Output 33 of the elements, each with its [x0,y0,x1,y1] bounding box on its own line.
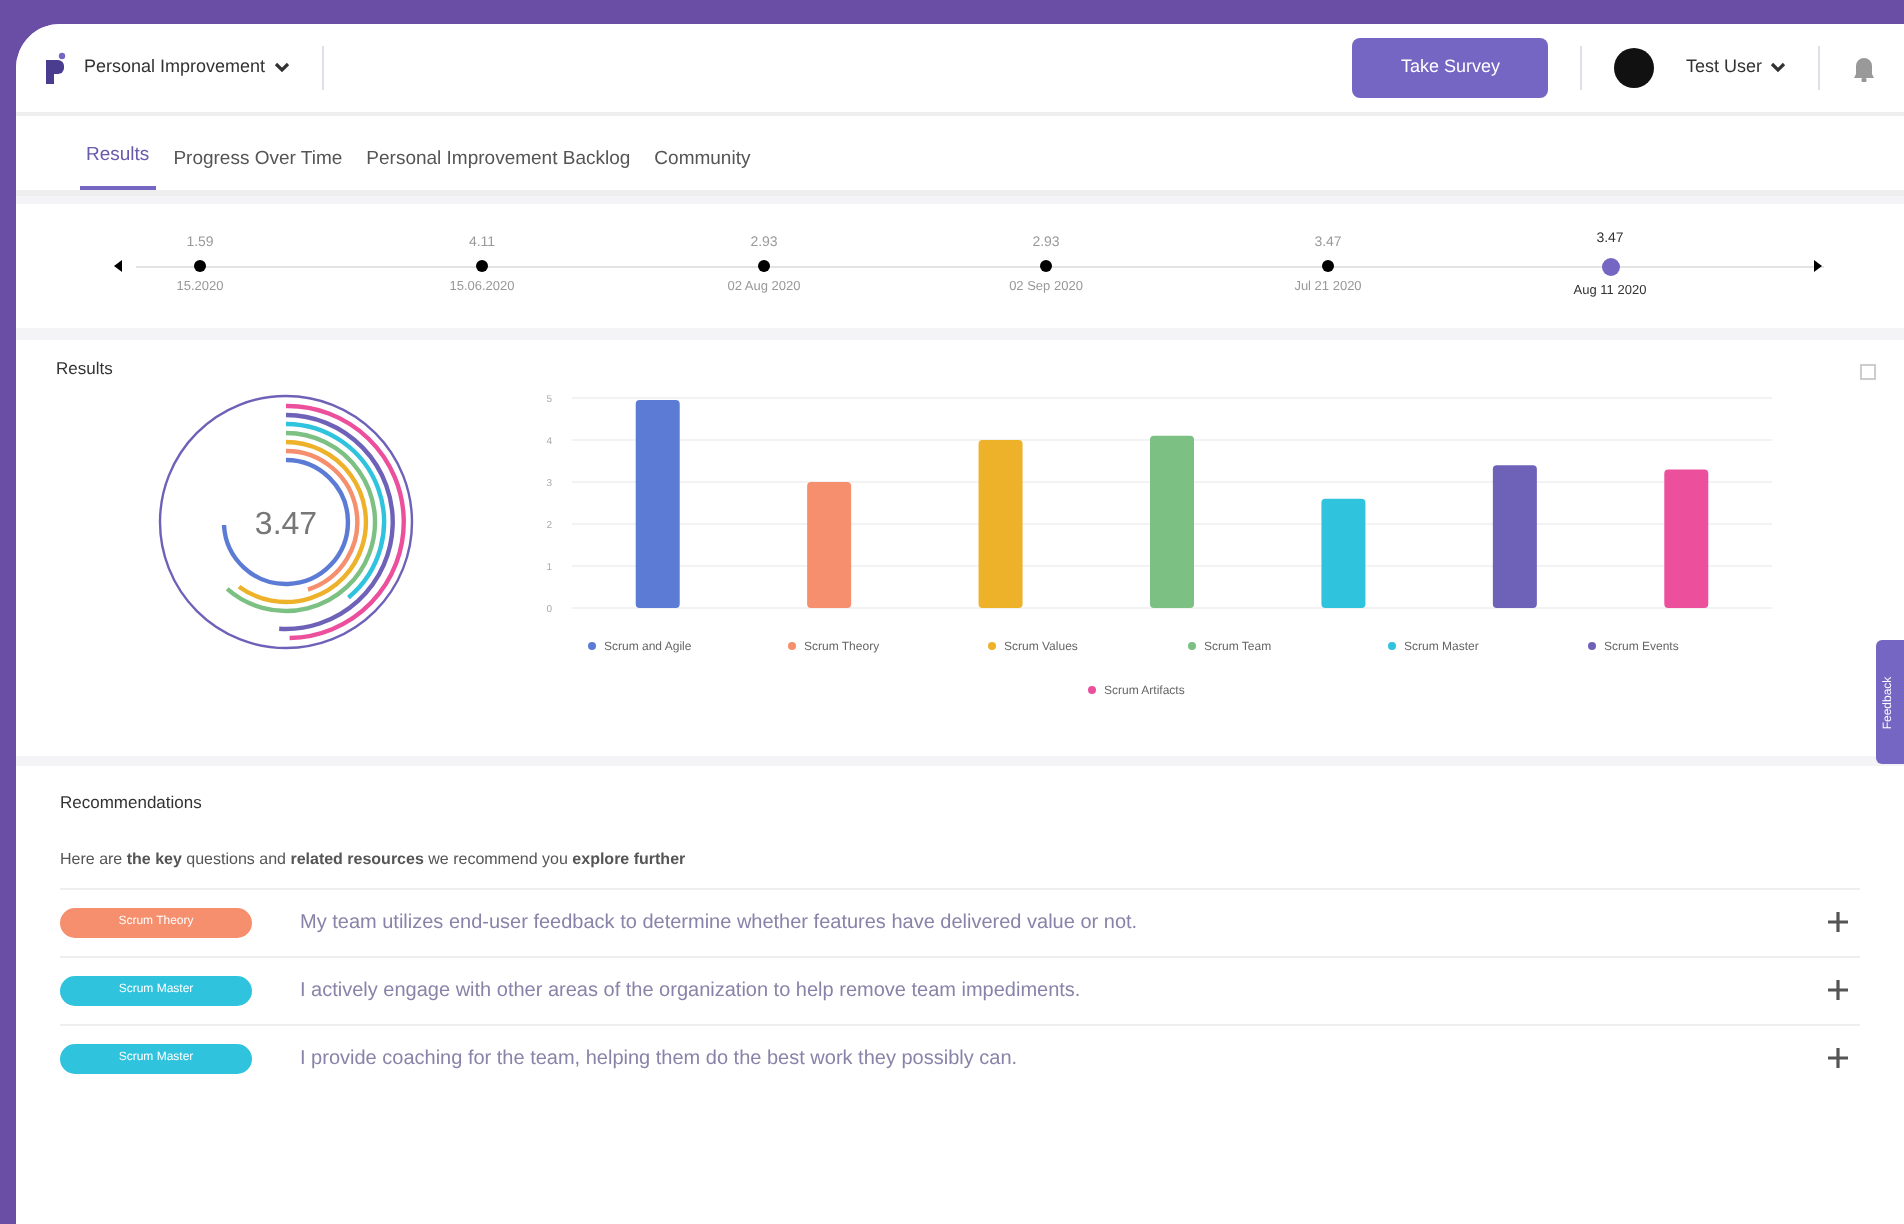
section-title: Results [56,356,115,382]
timeline-point[interactable] [758,260,770,273]
bar [1664,468,1709,608]
timeline-point[interactable] [1040,260,1052,273]
intro-text: Here are the key questions and related resources we recommend you explore further [60,847,688,872]
recommendation-text: My team utilizes end-user feedback to determine whether features have delivered value or not. [300,909,1140,938]
plus-icon [1828,1048,1848,1069]
bell-icon[interactable] [1852,55,1876,81]
section-title: Recommendations [60,790,204,816]
overall-score: 3.47 [254,507,318,542]
timeline-point[interactable] [1322,260,1334,273]
plus-icon [1828,912,1848,933]
bar [1321,498,1366,608]
recommendation-text: I provide coaching for the team, helping them do the best work they possibly can. [300,1045,1020,1074]
tab[interactable]: Personal Improvement Backlog [360,129,637,190]
avatar-icon [1613,48,1654,88]
caret-icon [273,62,290,74]
logo-icon [44,52,68,84]
user-menu[interactable]: Test User [1685,54,1786,82]
tab[interactable]: Progress Over Time [167,129,349,190]
recommendation-text: I actively engage with other areas of the organization to help remove team impediments. [300,977,1083,1006]
tab[interactable]: Community [648,129,757,190]
timeline-point[interactable] [476,260,488,273]
tab[interactable]: Results [80,125,156,190]
bar [807,481,852,608]
plus-icon [1828,980,1848,1001]
previous-icon[interactable] [112,258,124,274]
next-icon[interactable] [1812,258,1824,274]
take-survey-button[interactable]: Take Survey [1352,38,1548,98]
workspace-dropdown[interactable]: Personal Improvement [84,54,290,82]
timeline-point[interactable] [194,260,206,273]
caret-icon [1770,62,1786,74]
bar [1492,464,1537,608]
